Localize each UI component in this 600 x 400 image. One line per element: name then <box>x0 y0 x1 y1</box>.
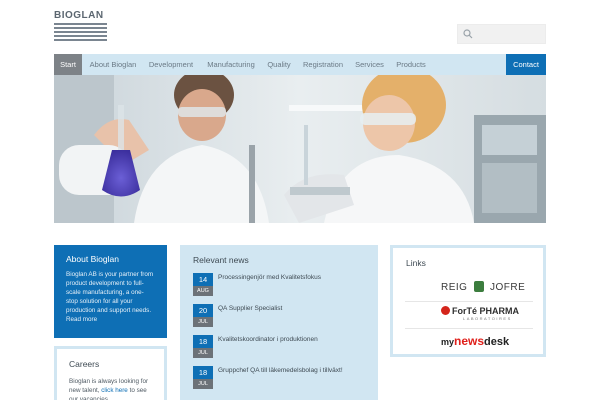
date-month: AUG <box>193 286 213 296</box>
nav-item-registration[interactable]: Registration <box>298 54 348 75</box>
news-item-title[interactable]: Gruppchef QA till läkemedelsbolag i till… <box>218 367 378 374</box>
date-day: 18 <box>193 366 213 379</box>
date-badge: 18 JUL <box>193 335 213 359</box>
contact-button[interactable]: Contact <box>506 54 546 75</box>
about-text: Bioglan AB is your partner from product … <box>66 270 155 324</box>
lab-scene-illustration <box>54 75 546 223</box>
links-box: Links REIG JOFRE ForTé PHARMA LABORATOIR… <box>390 245 546 357</box>
mynewsdesk-pre: my <box>441 337 455 347</box>
forte-pharma-sub: LABORATOIRES <box>463 316 512 321</box>
careers-title: Careers <box>69 359 100 369</box>
search-input[interactable] <box>457 24 546 44</box>
news-item-title[interactable]: Kvalitetskoordinator i produktionen <box>218 336 378 343</box>
forte-pharma-emblem-icon <box>441 306 450 315</box>
date-month: JUL <box>193 379 213 389</box>
careers-box: Careers Bioglan is always looking for ne… <box>54 346 167 400</box>
reig-jofre-logo: REIG JOFRE <box>441 281 525 293</box>
mynewsdesk-logo: mynewsdesk <box>441 334 509 348</box>
nav-item-quality[interactable]: Quality <box>263 54 295 75</box>
nav-item-services[interactable]: Services <box>351 54 388 75</box>
date-month: JUL <box>193 348 213 358</box>
nav-item-manufacturing[interactable]: Manufacturing <box>201 54 261 75</box>
date-badge: 18 JUL <box>193 366 213 390</box>
read-more-link[interactable]: Read more <box>66 316 97 323</box>
logo-stripes <box>54 23 107 43</box>
date-day: 20 <box>193 304 213 317</box>
date-month: JUL <box>193 317 213 327</box>
date-day: 14 <box>193 273 213 286</box>
mynewsdesk-logo-link[interactable]: mynewsdesk <box>405 328 533 354</box>
reig-jofre-logo-left: REIG <box>441 282 468 293</box>
forte-pharma-logo-text: ForTé PHARMA <box>452 306 519 316</box>
news-box: Relevant news 14 AUG Processingenjör med… <box>180 245 378 400</box>
page: BIOGLAN Start About Bioglan Development … <box>0 0 600 400</box>
links-title: Links <box>406 258 426 268</box>
reig-jofre-logo-link[interactable]: REIG JOFRE <box>405 274 533 300</box>
forte-pharma-logo: ForTé PHARMA LABORATOIRES <box>441 306 519 321</box>
careers-link[interactable]: click here <box>101 387 128 394</box>
forte-pharma-logo-link[interactable]: ForTé PHARMA LABORATOIRES <box>405 301 533 327</box>
careers-text: Bioglan is always looking for new talent… <box>69 377 152 400</box>
nav-item-start[interactable]: Start <box>54 54 82 75</box>
hero-image <box>54 75 546 223</box>
date-day: 18 <box>193 335 213 348</box>
mynewsdesk-post: desk <box>484 336 510 348</box>
nav-item-development[interactable]: Development <box>144 54 198 75</box>
about-description: Bioglan AB is your partner from product … <box>66 271 154 314</box>
date-badge: 14 AUG <box>193 273 213 297</box>
mynewsdesk-main: news <box>454 334 485 348</box>
nav-item-about-bioglan[interactable]: About Bioglan <box>84 54 142 75</box>
about-box: About Bioglan Bioglan AB is your partner… <box>54 245 167 338</box>
news-title: Relevant news <box>193 255 249 265</box>
reig-jofre-emblem-icon <box>473 281 484 292</box>
news-item-title[interactable]: Processingenjör med Kvalitetsfokus <box>218 274 378 281</box>
bioglan-logo[interactable]: BIOGLAN <box>54 10 107 44</box>
search-icon <box>463 29 473 39</box>
about-title: About Bioglan <box>66 254 119 264</box>
reig-jofre-logo-right: JOFRE <box>490 282 526 293</box>
news-item-title[interactable]: QA Supplier Specialist <box>218 305 378 312</box>
nav-item-products[interactable]: Products <box>391 54 431 75</box>
main-nav: Start About Bioglan Development Manufact… <box>54 54 546 75</box>
date-badge: 20 JUL <box>193 304 213 328</box>
logo-text: BIOGLAN <box>54 10 104 21</box>
